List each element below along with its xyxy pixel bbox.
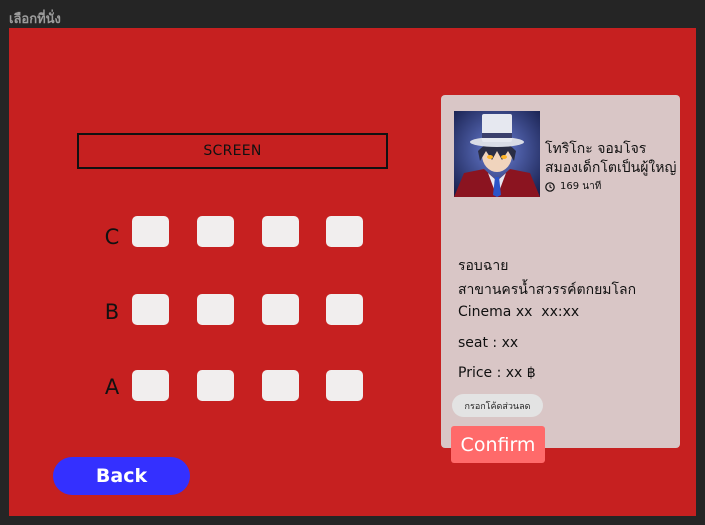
movie-title-line2: สมองเด็กโตเป็นผู้ใหญ่: [545, 160, 677, 176]
seat-c4[interactable]: [326, 216, 363, 247]
seat-b4[interactable]: [326, 294, 363, 325]
seat-selection-screen: SCREEN C B A Back โทริโกะ จอมโจร สมองเด็…: [9, 28, 696, 516]
showtime-label: รอบฉาย: [458, 258, 509, 274]
seat-c1[interactable]: [132, 216, 169, 247]
movie-duration: 169 นาที: [545, 179, 601, 194]
confirm-button-label: Confirm: [460, 433, 536, 456]
seat-b3[interactable]: [262, 294, 299, 325]
row-label-c: C: [104, 225, 120, 249]
row-label-b: B: [104, 300, 120, 324]
seat-a1[interactable]: [132, 370, 169, 401]
cinema-time: Cinema xx xx:xx: [458, 304, 580, 320]
seat-c3[interactable]: [262, 216, 299, 247]
movie-title: โทริโกะ จอมโจร สมองเด็กโตเป็นผู้ใหญ่: [545, 140, 680, 178]
price-info: Price : xx ฿: [458, 365, 536, 381]
seat-b1[interactable]: [132, 294, 169, 325]
seat-a2[interactable]: [197, 370, 234, 401]
movie-poster: [454, 111, 540, 197]
back-button[interactable]: Back: [53, 457, 190, 495]
seat-a4[interactable]: [326, 370, 363, 401]
movie-title-line1: โทริโกะ จอมโจร: [545, 141, 647, 157]
seat-b2[interactable]: [197, 294, 234, 325]
branch-name: สาขานครน้ำสวรรค์ตกยมโลก: [458, 282, 637, 298]
promo-code-button[interactable]: กรอกโค้ดส่วนลด: [452, 394, 543, 417]
row-label-a: A: [104, 375, 120, 399]
promo-code-label: กรอกโค้ดส่วนลด: [464, 401, 531, 412]
confirm-button[interactable]: Confirm: [451, 426, 545, 463]
duration-text: 169 นาที: [560, 181, 602, 192]
screen-label: SCREEN: [203, 143, 262, 159]
back-button-label: Back: [95, 465, 148, 487]
frame-title: เลือกที่นั่ง: [9, 12, 61, 27]
booking-summary-panel: โทริโกะ จอมโจร สมองเด็กโตเป็นผู้ใหญ่ 169…: [441, 95, 680, 463]
clock-icon: [545, 181, 555, 192]
seat-a3[interactable]: [262, 370, 299, 401]
seat-c2[interactable]: [197, 216, 234, 247]
screen-indicator: SCREEN: [77, 133, 388, 169]
seat-info: seat : xx: [458, 335, 519, 351]
